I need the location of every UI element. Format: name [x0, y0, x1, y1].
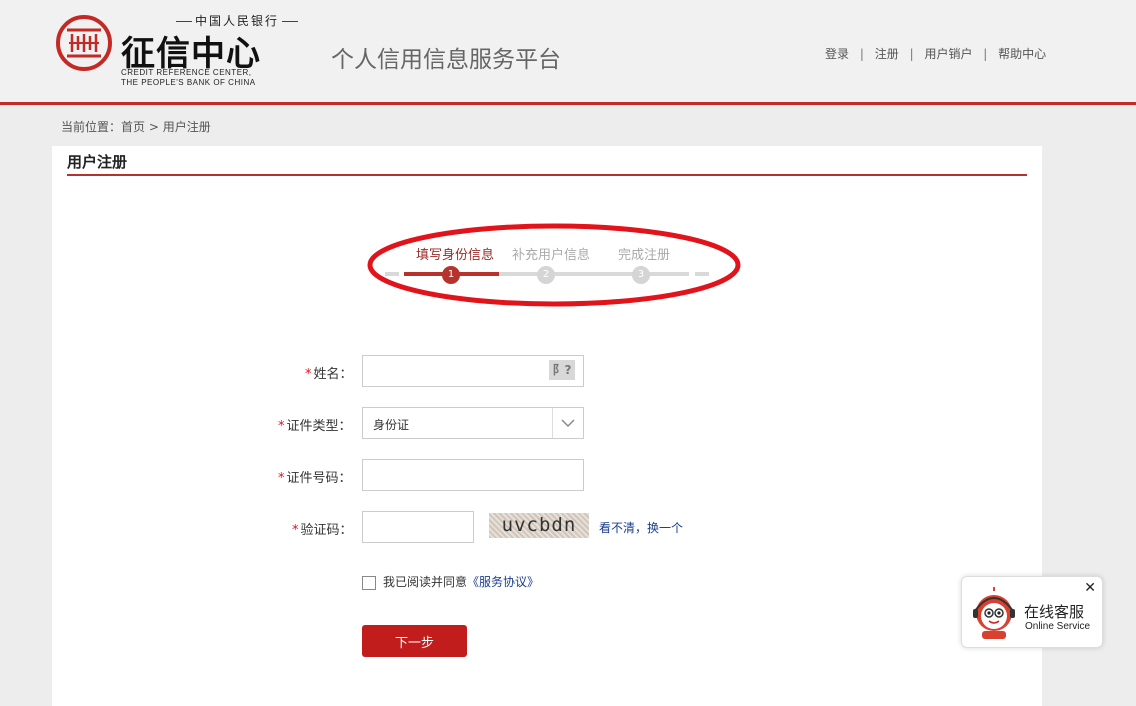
breadcrumb-prefix: 当前位置： — [61, 120, 122, 134]
nav-cancel-account-link[interactable]: 用户销户 — [924, 47, 972, 61]
captcha-label: * 验证码： — [292, 519, 353, 538]
platform-title: 个人信用信息服务平台 — [331, 47, 561, 73]
captcha-links: 看不清，换一个 — [599, 519, 683, 536]
agree-checkbox[interactable] — [362, 575, 376, 590]
captcha-label-text: 验证码： — [300, 523, 353, 538]
logo-en-line1: CREDIT REFERENCE CENTER, — [121, 68, 252, 77]
chat-title: 在线客服 — [1024, 603, 1085, 621]
nav-register-link[interactable]: 注册 — [875, 47, 899, 61]
soft-keyboard-icon[interactable]: 阝? — [549, 360, 575, 380]
service-agreement-link[interactable]: 《服务协议》 — [467, 575, 539, 589]
annotation-ellipse — [367, 223, 741, 307]
name-label: * 姓名： — [305, 363, 353, 382]
title-divider — [67, 174, 1027, 176]
close-icon[interactable]: ✕ — [1084, 580, 1096, 596]
id-type-label-text: 证件类型： — [286, 419, 352, 434]
agree-text: 我已阅读并同意 — [383, 575, 468, 589]
id-number-label: * 证件号码： — [278, 467, 352, 486]
nav-separator: | — [859, 47, 864, 61]
nav-separator: | — [909, 47, 914, 61]
online-service-widget[interactable]: ✕ 在线客服 Online Service — [961, 576, 1103, 648]
mascot-avatar-icon — [973, 587, 1015, 639]
next-step-button[interactable]: 下一步 — [362, 625, 467, 657]
captcha-input[interactable] — [362, 511, 474, 543]
logo-english-text: CREDIT REFERENCE CENTER, THE PEOPLE'S BA… — [121, 68, 271, 88]
id-type-selected-value: 身份证 — [373, 418, 410, 432]
breadcrumb-current: 用户注册 — [162, 120, 211, 134]
captcha-refresh-link[interactable]: 换一个 — [647, 521, 683, 535]
select-arrow-button[interactable] — [552, 408, 583, 438]
id-type-label: * 证件类型： — [278, 415, 352, 434]
breadcrumb: 当前位置：首页 > 用户注册 — [61, 118, 211, 135]
captcha-comma: ， — [635, 521, 648, 535]
nav-help-link[interactable]: 帮助中心 — [998, 47, 1046, 61]
site-header: 中国人民银行 征信中心 CREDIT REFERENCE CENTER, THE… — [0, 0, 1136, 105]
id-number-label-text: 证件号码： — [286, 471, 352, 486]
captcha-image[interactable]: uvcbdn — [489, 513, 589, 538]
agreement-row: 我已阅读并同意《服务协议》 — [362, 573, 539, 590]
name-label-text: 姓名： — [313, 367, 353, 382]
nav-login-link[interactable]: 登录 — [825, 47, 849, 61]
breadcrumb-arrow: > — [148, 120, 159, 134]
breadcrumb-home-link[interactable]: 首页 — [121, 120, 145, 134]
captcha-unclear-link[interactable]: 看不清 — [599, 521, 635, 535]
chevron-down-icon — [561, 419, 575, 428]
logo-en-line2: THE PEOPLE'S BANK OF CHINA — [121, 78, 256, 87]
id-number-input[interactable] — [362, 459, 584, 491]
required-mark: * — [278, 419, 285, 434]
nav-separator: | — [983, 47, 988, 61]
required-mark: * — [278, 471, 285, 486]
seal-logo-icon — [56, 15, 112, 71]
page-title: 用户注册 — [67, 153, 128, 171]
pbc-credit-center-logo[interactable]: 中国人民银行 征信中心 CREDIT REFERENCE CENTER, THE… — [55, 12, 277, 92]
required-mark: * — [305, 367, 312, 382]
chat-subtitle: Online Service — [1025, 621, 1091, 632]
top-nav: 登录 | 注册 | 用户销户 | 帮助中心 — [825, 45, 1046, 62]
required-mark: * — [292, 523, 299, 538]
id-type-select[interactable]: 身份证 — [362, 407, 584, 439]
